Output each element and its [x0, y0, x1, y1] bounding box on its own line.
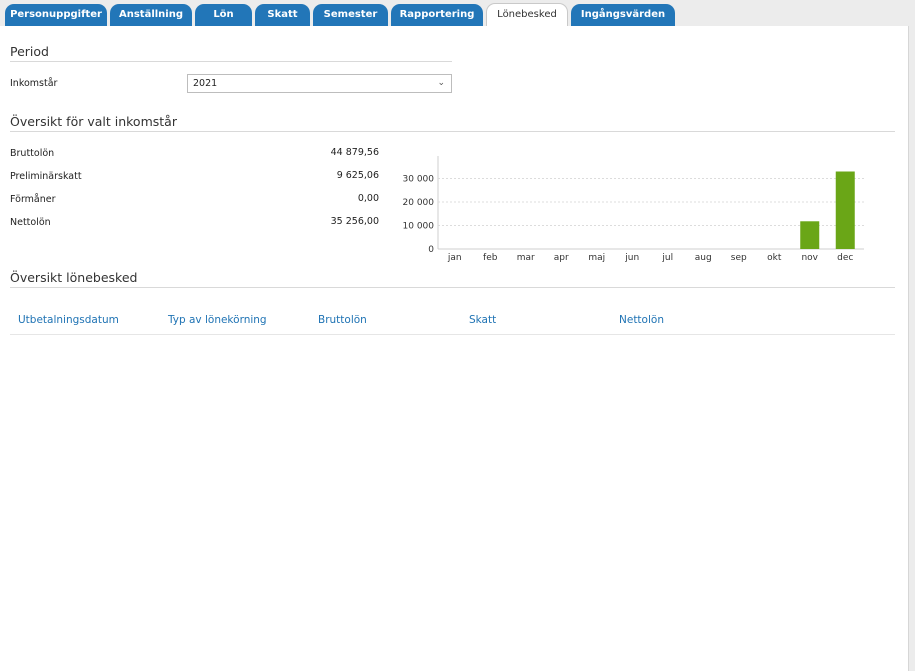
- tab-semester[interactable]: Semester: [313, 4, 388, 26]
- chevron-down-icon: ⌄: [437, 78, 445, 88]
- x-tick-label: mar: [517, 253, 535, 263]
- income-year-label: Inkomstår: [10, 78, 58, 89]
- x-tick-label: jun: [624, 253, 639, 263]
- x-tick-label: dec: [837, 253, 853, 263]
- y-tick-label: 30 000: [403, 175, 435, 185]
- formaner-label: Förmåner: [10, 194, 56, 205]
- payslips-divider: [10, 287, 895, 288]
- preliminarskatt-label: Preliminärskatt: [10, 171, 82, 182]
- x-tick-label: feb: [483, 253, 498, 263]
- period-divider: [10, 61, 452, 62]
- x-tick-label: aug: [695, 253, 712, 263]
- overview-divider: [10, 131, 895, 132]
- y-tick-label: 10 000: [403, 222, 435, 232]
- nettolon-label: Nettolön: [10, 217, 51, 228]
- y-tick-label: 0: [428, 245, 434, 255]
- tab-anstallning[interactable]: Anställning: [110, 4, 192, 26]
- tab-lonebesked[interactable]: Lönebesked: [486, 3, 568, 27]
- x-tick-label: sep: [731, 253, 747, 263]
- income-year-value: 2021: [193, 78, 218, 89]
- y-tick-label: 20 000: [403, 198, 435, 208]
- tab-lon[interactable]: Lön: [195, 4, 252, 26]
- bruttolon-value: 44 879,56: [330, 147, 379, 158]
- tab-skatt[interactable]: Skatt: [255, 4, 310, 26]
- bruttolon-label: Bruttolön: [10, 148, 55, 159]
- payslips-title: Översikt lönebesked: [10, 270, 138, 285]
- period-title: Period: [10, 44, 49, 59]
- x-tick-label: okt: [767, 253, 782, 263]
- preliminarskatt-value: 9 625,06: [336, 170, 379, 181]
- income-year-select[interactable]: 2021 ⌄: [187, 74, 452, 93]
- bar-nov: [800, 221, 820, 249]
- x-tick-label: apr: [554, 253, 569, 263]
- col-bruttolon[interactable]: Bruttolön: [318, 314, 367, 326]
- table-header-divider: [10, 334, 895, 335]
- x-tick-label: maj: [588, 253, 605, 263]
- col-typ-av-lonekorning[interactable]: Typ av lönekörning: [168, 314, 267, 326]
- x-tick-label: jan: [447, 253, 462, 263]
- tab-bar: Personuppgifter Anställning Lön Skatt Se…: [0, 0, 915, 28]
- col-nettolon[interactable]: Nettolön: [619, 314, 664, 326]
- x-tick-label: nov: [801, 253, 818, 263]
- nettolon-value: 35 256,00: [330, 216, 379, 227]
- tab-personuppgifter[interactable]: Personuppgifter: [5, 4, 107, 26]
- main-panel: Period Inkomstår 2021 ⌄ Översikt för val…: [0, 26, 909, 671]
- x-tick-label: jul: [661, 253, 673, 263]
- formaner-value: 0,00: [357, 193, 379, 204]
- overview-title: Översikt för valt inkomstår: [10, 114, 177, 129]
- bar-dec: [835, 171, 855, 249]
- monthly-salary-chart: 0 10 000 20 000 30 000 jan feb mar apr maj jun jul…: [403, 156, 864, 263]
- col-utbetalningsdatum[interactable]: Utbetalningsdatum: [18, 314, 119, 326]
- tab-rapportering[interactable]: Rapportering: [391, 4, 483, 26]
- col-skatt[interactable]: Skatt: [469, 314, 496, 326]
- tab-ingangsvarden[interactable]: Ingångsvärden: [571, 4, 675, 26]
